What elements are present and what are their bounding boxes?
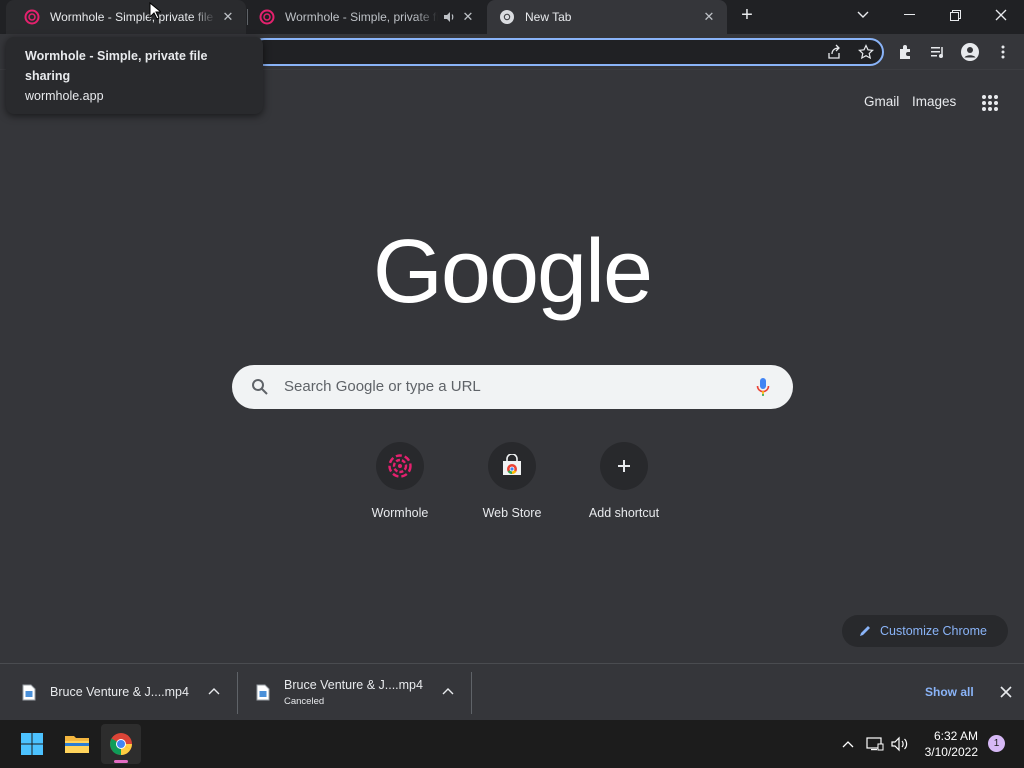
customize-chrome-label: Customize Chrome [880, 624, 987, 638]
shortcut-tile [488, 442, 536, 490]
chevron-up-icon[interactable] [208, 686, 220, 698]
show-hidden-icons-chevron-icon[interactable] [838, 734, 858, 754]
new-tab-button[interactable]: + [724, 0, 770, 30]
mouse-cursor-icon [149, 2, 161, 20]
media-controls-icon[interactable] [928, 42, 948, 62]
hover-card-title: Wormhole - Simple, private file sharing [25, 49, 208, 83]
notification-badge[interactable]: 1 [988, 735, 1005, 752]
wormhole-icon [388, 454, 412, 478]
svg-text:Google: Google [374, 230, 650, 322]
tab-hover-card: Wormhole - Simple, private file sharing … [6, 37, 263, 114]
close-tab-icon[interactable]: ✕ [701, 9, 717, 25]
tab-title: Wormhole - Simple, private file sharing [50, 10, 216, 24]
shortcut-label: Web Store [482, 506, 542, 520]
download-shelf: Bruce Venture & J....mp4 Bruce Venture &… [0, 663, 1024, 720]
address-bar[interactable] [250, 38, 884, 66]
microphone-icon[interactable] [756, 377, 770, 397]
chrome-icon [500, 10, 514, 24]
shortcut-wormhole[interactable]: Wormhole [344, 442, 456, 532]
taskbar: 6:32 AM 3/10/2022 1 [0, 720, 1024, 768]
clock[interactable]: 6:32 AM 3/10/2022 [918, 728, 978, 760]
web-store-icon [503, 454, 521, 475]
clock-time: 6:32 AM [933, 729, 978, 743]
download-filename: Bruce Venture & J....mp4 [50, 685, 189, 699]
tab-new-tab[interactable]: New Tab ✕ [487, 0, 727, 34]
add-shortcut-button[interactable]: Add shortcut [568, 442, 680, 532]
chrome-menu-icon[interactable] [993, 42, 1013, 62]
wormhole-icon [259, 9, 275, 25]
restore-button[interactable] [932, 0, 978, 30]
download-item[interactable]: Bruce Venture & J....mp4 [0, 664, 237, 720]
volume-icon[interactable] [890, 734, 910, 754]
clock-date: 3/10/2022 [924, 745, 978, 759]
wormhole-icon [24, 9, 40, 25]
download-separator [471, 672, 472, 714]
tab-title: New Tab [525, 10, 572, 24]
chevron-up-icon[interactable] [442, 686, 454, 698]
google-logo: Google [374, 230, 650, 322]
search-placeholder: Search Google or type a URL [284, 378, 481, 395]
close-icon[interactable] [999, 685, 1013, 699]
network-icon[interactable] [865, 734, 885, 754]
download-status: Canceled [284, 695, 325, 707]
tab-search-chevron-icon[interactable] [840, 0, 886, 30]
windows-logo-icon [21, 733, 43, 755]
tab-wormhole-1[interactable]: Wormhole - Simple, private file sharing … [6, 0, 246, 34]
shortcut-web-store[interactable]: Web Store [456, 442, 568, 532]
close-window-button[interactable] [978, 0, 1024, 30]
shortcut-tile [376, 442, 424, 490]
extensions-puzzle-icon[interactable] [896, 42, 916, 62]
gmail-link[interactable]: Gmail [864, 94, 899, 109]
active-app-indicator [114, 760, 128, 763]
bookmark-star-icon[interactable] [856, 42, 876, 62]
tab-wormhole-2[interactable]: Wormhole - Simple, private file sharing … [248, 0, 486, 34]
google-apps-grid-icon[interactable] [981, 94, 999, 112]
pencil-icon [860, 626, 870, 636]
images-link[interactable]: Images [912, 94, 956, 109]
file-explorer-button[interactable] [57, 724, 97, 764]
speaker-icon[interactable] [442, 10, 456, 24]
tab-title: Wormhole - Simple, private file sharing [285, 10, 438, 24]
show-all-downloads-link[interactable]: Show all [925, 685, 974, 699]
chrome-icon [110, 733, 132, 755]
minimize-button[interactable] [886, 0, 932, 30]
download-filename: Bruce Venture & J....mp4 [284, 677, 423, 692]
search-icon [252, 379, 268, 395]
search-box[interactable]: Search Google or type a URL [232, 365, 793, 409]
customize-chrome-button[interactable]: Customize Chrome [842, 615, 1008, 647]
plus-icon [618, 460, 630, 472]
video-file-icon [22, 684, 36, 700]
close-tab-icon[interactable]: ✕ [220, 9, 236, 25]
start-button[interactable] [12, 724, 52, 764]
hover-card-url: wormhole.app [25, 89, 104, 103]
profile-avatar-icon[interactable] [960, 42, 980, 62]
video-file-icon [256, 684, 270, 700]
share-icon[interactable] [824, 42, 844, 62]
download-item[interactable]: Bruce Venture & J....mp4 Canceled [234, 664, 471, 720]
close-tab-icon[interactable]: ✕ [460, 9, 476, 25]
chrome-taskbar-button[interactable] [101, 724, 141, 764]
folder-icon [65, 736, 89, 753]
shortcut-label: Add shortcut [588, 506, 660, 520]
shortcut-tile [600, 442, 648, 490]
shortcut-label: Wormhole [371, 506, 429, 520]
